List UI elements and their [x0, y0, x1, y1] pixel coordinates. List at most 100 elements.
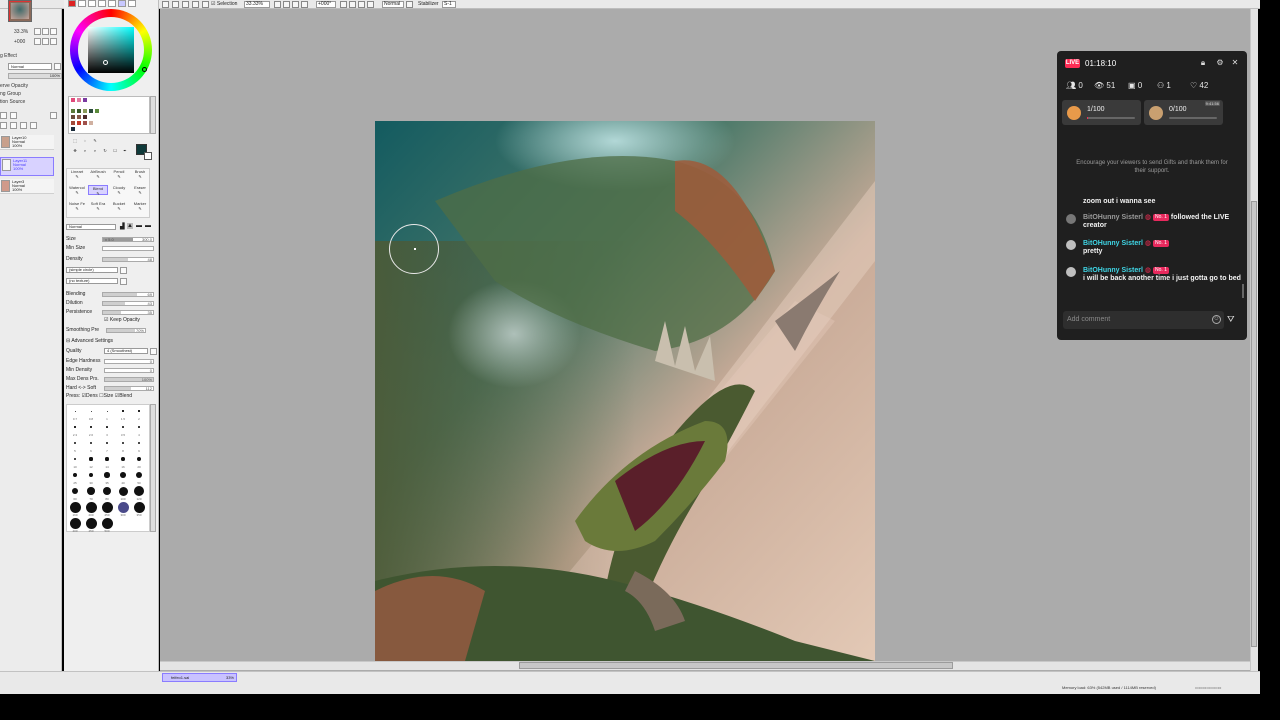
- brush-size-dot[interactable]: [85, 517, 97, 529]
- rotation-field[interactable]: +000°: [316, 1, 336, 8]
- grid-icon[interactable]: [192, 1, 199, 8]
- brush-size-dot[interactable]: [71, 487, 79, 495]
- texture-dropdown-icon[interactable]: [120, 278, 127, 285]
- swatch-scrollbar[interactable]: [150, 96, 156, 134]
- user-swatch-tab-icon[interactable]: [118, 0, 126, 7]
- tool-noise-feather[interactable]: Noise Fe ✎: [67, 201, 87, 211]
- gift-goal-2[interactable]: 9:41:56 0/100: [1144, 100, 1223, 125]
- brush-size-dot[interactable]: [136, 456, 141, 461]
- brush-size-dot[interactable]: [106, 410, 108, 412]
- new-layer-icon[interactable]: [0, 112, 7, 119]
- density-slider[interactable]: 48: [102, 257, 154, 262]
- hsv-tab-icon[interactable]: [88, 0, 96, 7]
- emoji-icon[interactable]: ☺: [1212, 315, 1221, 324]
- layer-menu-icon[interactable]: [50, 112, 57, 119]
- comment-input[interactable]: Add comment ☺: [1063, 311, 1224, 329]
- brush-size-dot[interactable]: [121, 441, 125, 445]
- brush-size-dot[interactable]: [122, 410, 124, 412]
- brush-size-dot[interactable]: [69, 517, 81, 529]
- selection-checkbox[interactable]: ☑ Selection: [211, 1, 237, 8]
- brush-size-dot[interactable]: [73, 457, 77, 461]
- tool-soft-eraser[interactable]: Soft Era ✎: [88, 201, 108, 211]
- tool-bucket[interactable]: Bucket ✎: [109, 201, 129, 211]
- layer-item-selected[interactable]: Layer11 Normal 100%: [0, 157, 54, 176]
- shape-dropdown-icon[interactable]: [120, 267, 127, 274]
- layer-blend-mode-select[interactable]: Normal: [8, 63, 52, 70]
- rotate-left-icon[interactable]: [340, 1, 347, 8]
- zoom-out-icon[interactable]: [274, 1, 281, 8]
- swatch-grid[interactable]: [68, 96, 150, 134]
- min-size-slider[interactable]: [102, 246, 154, 251]
- zoom-field[interactable]: 33.33%: [244, 1, 270, 8]
- mode-toggle-icon[interactable]: [406, 1, 413, 8]
- rgb-tab-icon[interactable]: [78, 0, 86, 7]
- extra-tab-icon[interactable]: [128, 0, 136, 7]
- brush-size-dot[interactable]: [134, 486, 144, 496]
- eyedropper-icon[interactable]: ✒: [118, 148, 132, 158]
- navigator-thumbnail[interactable]: [8, 0, 32, 22]
- magic-wand-icon[interactable]: ✎: [88, 138, 102, 148]
- zoom-reset-icon[interactable]: [292, 1, 299, 8]
- tool-marker[interactable]: Marker ✎: [130, 201, 150, 211]
- tool-eraser[interactable]: Eraser ✎: [130, 185, 150, 195]
- persistence-slider[interactable]: 35: [102, 310, 154, 315]
- brush-size-dot[interactable]: [106, 426, 108, 428]
- show-selection-icon[interactable]: [182, 1, 189, 8]
- tool-cloudy[interactable]: Cloudy ✎: [109, 185, 129, 195]
- new-folder-icon[interactable]: [10, 112, 17, 119]
- clear-layer-icon[interactable]: [30, 122, 37, 129]
- brush-size-dot[interactable]: [85, 501, 97, 513]
- preserve-opacity-option[interactable]: erve Opacity: [0, 83, 28, 89]
- settings-icon[interactable]: ⚙: [1215, 58, 1225, 68]
- hard-soft-slider[interactable]: 112: [104, 386, 154, 391]
- brush-size-dot[interactable]: [69, 501, 81, 513]
- brush-size-dot[interactable]: [135, 471, 143, 479]
- zoom-fit-icon[interactable]: [301, 1, 308, 8]
- blending-slider[interactable]: 69: [102, 292, 154, 297]
- brush-size-dot[interactable]: [105, 457, 109, 461]
- invert-selection-icon[interactable]: [172, 1, 179, 8]
- brush-size-dot[interactable]: [87, 487, 95, 495]
- layer-item[interactable]: Layer10 Normal 100%: [0, 135, 54, 150]
- rotate-right-icon[interactable]: [349, 1, 356, 8]
- ruler-icon[interactable]: [202, 1, 209, 8]
- nav-rotate-left-icon[interactable]: [34, 38, 41, 45]
- press-blend-checkbox[interactable]: ☑Blend: [115, 393, 132, 399]
- brush-size-dot[interactable]: [138, 410, 140, 412]
- copy-layer-icon[interactable]: [0, 122, 7, 129]
- tool-blend-selected[interactable]: Blend ✎: [88, 185, 108, 196]
- brush-texture-select[interactable]: (no texture): [66, 278, 118, 284]
- avatar[interactable]: [1066, 214, 1076, 224]
- max-dens-slider[interactable]: 100%: [104, 377, 154, 382]
- brush-size-dot[interactable]: [89, 441, 93, 445]
- saturation-value-square[interactable]: [88, 27, 134, 73]
- rotate-reset-icon[interactable]: [358, 1, 365, 8]
- brush-size-dot[interactable]: [118, 486, 128, 496]
- brush-edge-shapes[interactable]: ▟ ▲ ▬ ▬: [120, 223, 156, 230]
- nav-zoom-minus-icon[interactable]: [34, 28, 41, 35]
- brush-size-dot[interactable]: [117, 501, 129, 513]
- brush-size-dot[interactable]: [101, 517, 113, 529]
- brush-size-dot[interactable]: [90, 426, 92, 428]
- gift-goal-1[interactable]: 1/100: [1062, 100, 1141, 125]
- nav-zoom-plus-icon[interactable]: [42, 28, 49, 35]
- brush-size-dot[interactable]: [105, 441, 109, 445]
- blend-dropdown-icon[interactable]: [54, 63, 61, 70]
- brush-shape-select[interactable]: (simple circle): [66, 267, 118, 273]
- zoom-in-icon[interactable]: [283, 1, 290, 8]
- min-density-slider[interactable]: 0: [104, 368, 154, 373]
- brush-size-dot[interactable]: [72, 472, 78, 478]
- dilution-slider[interactable]: 43: [102, 301, 154, 306]
- brush-size-dot[interactable]: [89, 457, 93, 461]
- avatar[interactable]: [1066, 240, 1076, 250]
- lock-icon[interactable]: 🔒︎: [1198, 58, 1208, 68]
- brush-size-dot[interactable]: [74, 410, 76, 412]
- brush-size-dot[interactable]: [120, 472, 126, 478]
- quality-dropdown-icon[interactable]: [150, 348, 157, 355]
- file-tab[interactable]: feifeo1.sai 33%: [162, 673, 237, 682]
- layer-item[interactable]: Layer3 Normal 100%: [0, 179, 54, 194]
- vertical-scroll-thumb[interactable]: [1251, 201, 1257, 647]
- brush-preset-scrollbar[interactable]: [150, 404, 156, 532]
- delete-layer-icon[interactable]: [20, 122, 27, 129]
- nav-reset-icon[interactable]: [50, 28, 57, 35]
